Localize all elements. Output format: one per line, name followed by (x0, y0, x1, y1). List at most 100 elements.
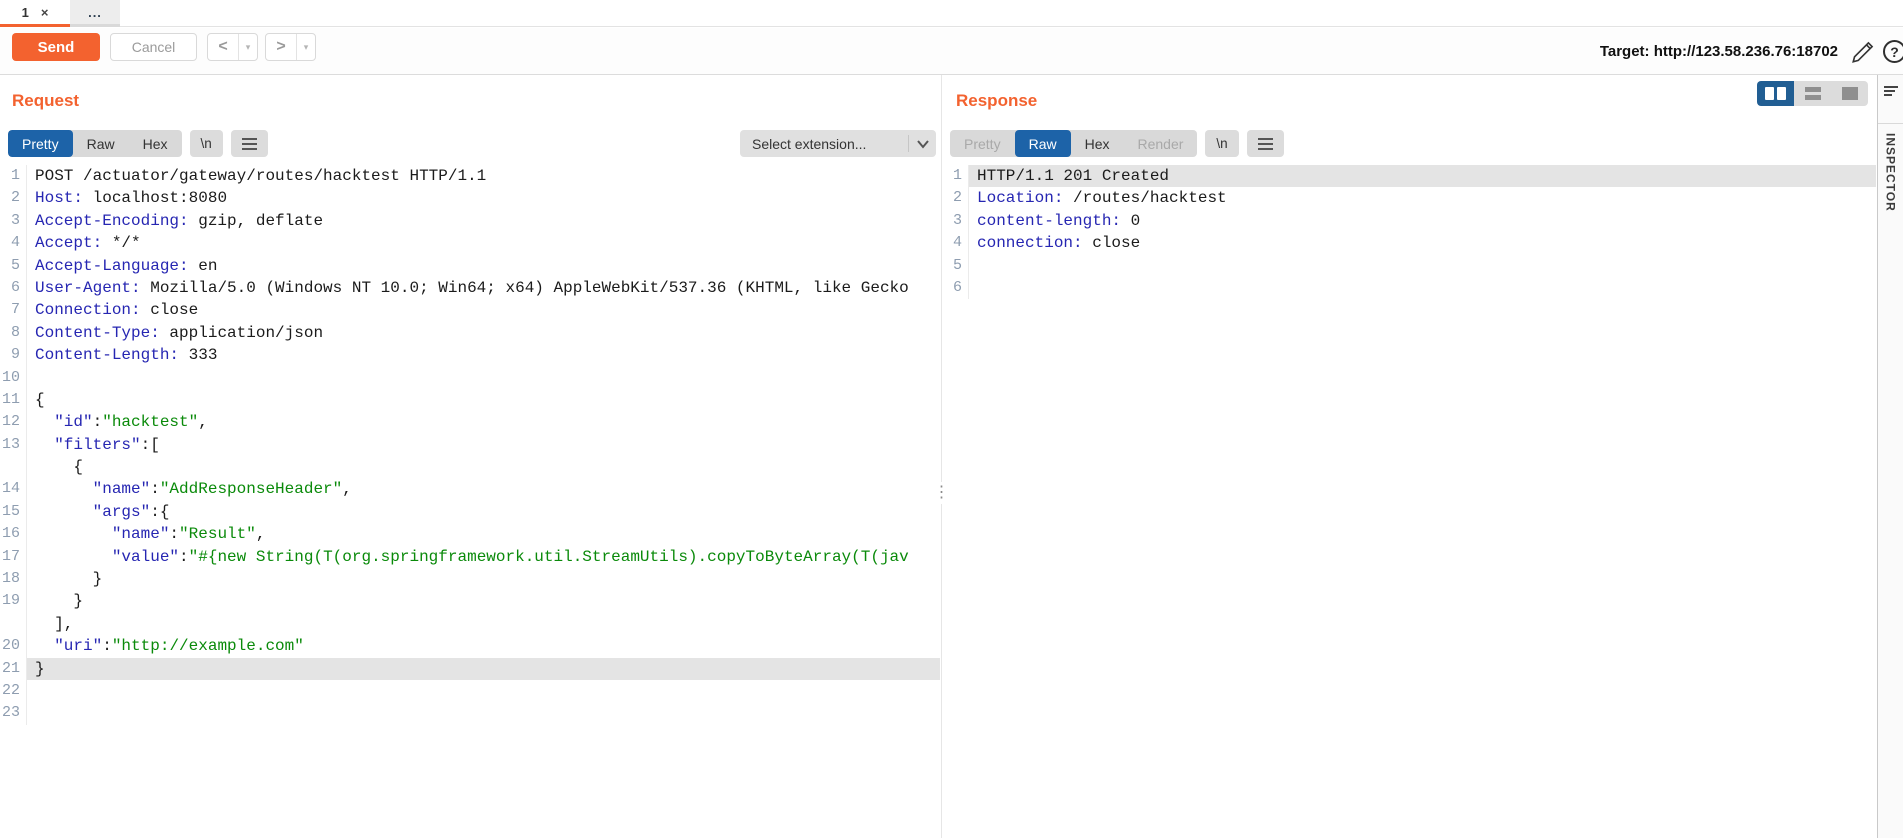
cancel-button[interactable]: Cancel (110, 33, 197, 61)
edit-target-icon[interactable] (1850, 39, 1876, 65)
response-title: Response (956, 91, 1038, 110)
line-text: Content-Type: application/json (26, 321, 940, 345)
code-line[interactable]: 17 "value":"#{new String(T(org.springfra… (0, 545, 940, 569)
line-text: } (26, 568, 940, 591)
code-line[interactable]: 1 POST /actuator/gateway/routes/hacktest … (0, 165, 940, 188)
line-number: 5 (952, 256, 962, 274)
code-line[interactable]: 20 "uri":"http://example.com" (0, 635, 940, 658)
forward-dropdown-button[interactable]: ▾ (296, 34, 315, 60)
layout-toggle-group (1757, 81, 1868, 106)
line-text: "args":{ (26, 500, 940, 524)
chevron-down-icon (909, 138, 936, 150)
request-menu-button[interactable] (230, 130, 268, 157)
code-line[interactable]: 5 (944, 254, 1876, 277)
hamburger-icon (241, 137, 257, 150)
request-newline-toggle[interactable]: \n (189, 130, 223, 157)
panel-divider (941, 75, 942, 838)
code-line[interactable]: 7 Connection: close (0, 299, 940, 322)
response-tab-group: Pretty Raw Hex Render (950, 130, 1198, 157)
code-line[interactable]: 3 Accept-Encoding: gzip, deflate (0, 209, 940, 233)
line-text (26, 366, 940, 389)
response-menu-button[interactable] (1246, 130, 1284, 157)
help-icon[interactable]: ? (1883, 40, 1903, 63)
response-editor[interactable]: 1 HTTP/1.1 201 Created 2 Location: /routes/… (944, 165, 1876, 838)
inspector-dock-icon[interactable] (1884, 86, 1898, 96)
code-line[interactable]: 10 (0, 366, 940, 389)
code-line[interactable]: 6 User-Agent: Mozilla/5.0 (Windows NT 10.… (0, 276, 940, 300)
code-line[interactable]: 1 HTTP/1.1 201 Created (944, 165, 1876, 188)
line-text: } (26, 590, 940, 613)
back-split-button: < ▾ (207, 33, 258, 61)
columns-layout-button[interactable] (1757, 81, 1794, 106)
response-tab-raw[interactable]: Raw (1014, 130, 1071, 157)
code-line[interactable]: 4 connection: close (944, 232, 1876, 255)
code-line[interactable]: 6 (944, 276, 1876, 300)
line-text: "uri":"http://example.com" (26, 635, 940, 658)
select-extension-dropdown[interactable]: Select extension... (740, 130, 936, 157)
line-number: 13 (1, 435, 20, 453)
code-line[interactable]: ], (0, 612, 940, 636)
send-button[interactable]: Send (12, 33, 100, 61)
code-line[interactable]: { (0, 456, 940, 479)
request-editor[interactable]: 1 POST /actuator/gateway/routes/hacktest … (0, 165, 940, 838)
line-text: "value":"#{new String(T(org.springframew… (26, 545, 940, 569)
request-title: Request (12, 91, 80, 110)
back-dropdown-button[interactable]: ▾ (238, 34, 257, 60)
code-line[interactable]: 9 Content-Length: 333 (0, 344, 940, 367)
code-line[interactable]: 22 (0, 679, 940, 703)
line-text (26, 702, 940, 725)
line-number: 5 (10, 256, 20, 274)
code-line[interactable]: 3 content-length: 0 (944, 209, 1876, 233)
code-line[interactable]: 5 Accept-Language: en (0, 254, 940, 277)
more-tabs-tab[interactable]: ... (70, 0, 120, 27)
code-line[interactable]: 19 } (0, 590, 940, 613)
code-line[interactable]: 11 { (0, 388, 940, 412)
code-line[interactable]: 15 "args":{ (0, 500, 940, 524)
rows-layout-button[interactable] (1794, 81, 1831, 106)
code-line[interactable]: 14 "name":"AddResponseHeader", (0, 478, 940, 501)
code-line[interactable]: 23 (0, 702, 940, 725)
line-text: ], (26, 612, 940, 636)
line-number: 12 (1, 413, 20, 431)
code-line[interactable]: 2 Host: localhost:8080 (0, 187, 940, 210)
line-number: 3 (952, 211, 962, 229)
line-text: Content-Length: 333 (26, 344, 940, 367)
response-newline-toggle[interactable]: \n (1205, 130, 1239, 157)
select-extension-label: Select extension... (752, 135, 867, 152)
line-number: 8 (10, 323, 20, 341)
line-number: 22 (1, 681, 20, 699)
single-panel-layout-button[interactable] (1831, 81, 1868, 106)
request-tab-raw[interactable]: Raw (73, 130, 129, 157)
code-line[interactable]: 2 Location: /routes/hacktest (944, 187, 1876, 210)
line-number: 21 (1, 659, 20, 677)
hamburger-icon (1257, 137, 1273, 150)
request-panel: Request Pretty Raw Hex \n Select extensi… (0, 75, 940, 838)
request-tab-hex[interactable]: Hex (129, 130, 182, 157)
code-line[interactable]: 8 Content-Type: application/json (0, 321, 940, 345)
code-line[interactable]: 16 "name":"Result", (0, 523, 940, 546)
code-line[interactable]: 4 Accept: */* (0, 232, 940, 255)
line-number: 19 (1, 592, 20, 610)
request-tab-pretty[interactable]: Pretty (8, 130, 73, 157)
back-button[interactable]: < (208, 34, 238, 60)
forward-button[interactable]: > (266, 34, 296, 60)
response-tab-pretty[interactable]: Pretty (950, 130, 1015, 157)
code-line[interactable]: 18 } (0, 568, 940, 591)
code-line[interactable]: 12 "id":"hacktest", (0, 411, 940, 434)
repeater-tab-1[interactable]: 1 × (0, 0, 70, 27)
inspector-label[interactable]: INSPECTOR (1884, 133, 1898, 212)
single-panel-icon (1841, 87, 1858, 100)
column-icon (1777, 87, 1786, 100)
more-tabs-label: ... (88, 4, 102, 20)
response-tab-hex[interactable]: Hex (1071, 130, 1124, 157)
line-number: 1 (952, 167, 962, 184)
line-text (26, 679, 940, 703)
response-tab-render[interactable]: Render (1124, 130, 1198, 157)
line-text: { (26, 456, 940, 479)
line-text: Connection: close (26, 299, 940, 322)
close-tab-icon[interactable]: × (41, 5, 49, 20)
code-line[interactable]: 13 "filters":[ (0, 433, 940, 457)
line-number: 9 (10, 346, 20, 364)
line-text: HTTP/1.1 201 Created (968, 165, 1876, 188)
code-line[interactable]: 21} (0, 657, 940, 680)
